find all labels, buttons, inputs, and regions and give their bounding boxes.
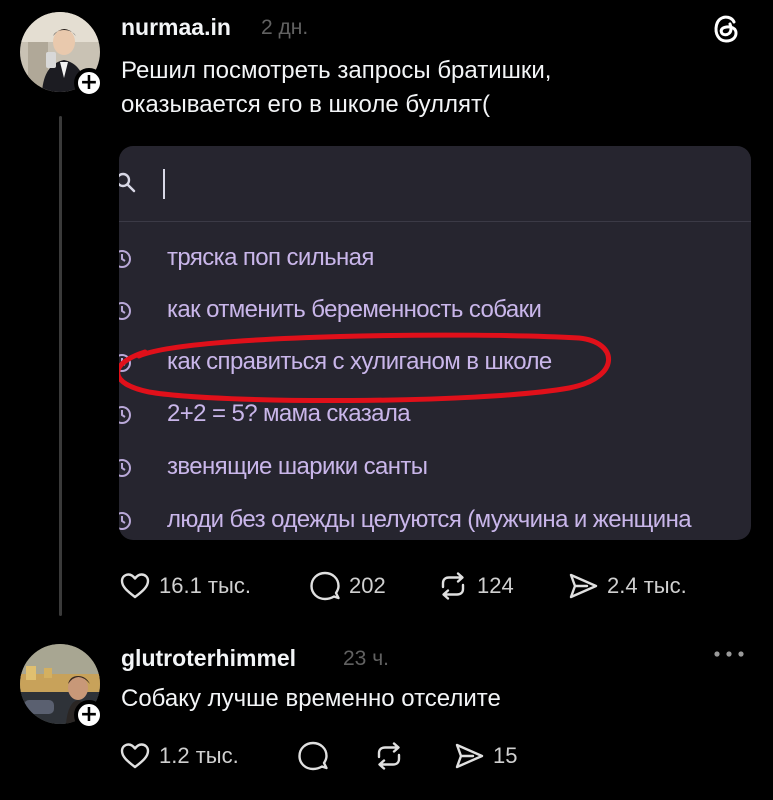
share-count: 15 (493, 743, 518, 768)
post-image[interactable]: тряска поп сильная как отменить беременн… (119, 146, 751, 540)
comment-bubble-icon (298, 741, 328, 771)
comment-button[interactable] (297, 738, 329, 774)
clock-icon (119, 406, 131, 424)
search-suggestion-text: как справиться с хулиганом в школе (167, 348, 552, 375)
text-caret (163, 169, 165, 199)
search-bar (119, 146, 751, 222)
reply-text: Собаку лучше временно отселите (121, 685, 501, 712)
comment-bubble-icon (310, 571, 340, 601)
comment-count: 202 (349, 573, 386, 598)
reply-actions: 1.2 тыс. 15 (119, 738, 679, 774)
clock-icon (119, 459, 131, 477)
repost-icon (377, 742, 401, 770)
threads-logo-icon[interactable] (708, 10, 744, 46)
clock-icon (119, 512, 131, 530)
like-button[interactable]: 1.2 тыс. (119, 738, 239, 774)
post-username[interactable]: nurmaa.in (121, 14, 231, 41)
share-button[interactable]: 2.4 тыс. (567, 568, 687, 604)
like-count: 16.1 тыс. (159, 573, 251, 598)
follow-plus-icon[interactable]: + (74, 700, 104, 730)
post-text-line-1: Решил посмотреть запросы братишки, (121, 57, 552, 84)
search-suggestion-text: люди без одежды целуются (мужчина и женщ… (167, 506, 692, 533)
comment-button[interactable]: 202 (309, 568, 386, 604)
search-suggestion: люди без одежды целуются (мужчина и женщ… (119, 496, 751, 540)
repost-icon (441, 572, 465, 600)
search-suggestion: звенящие шарики санты (119, 443, 751, 495)
repost-button[interactable]: 124 (437, 568, 514, 604)
post-actions: 16.1 тыс. 202 124 2.4 тыс. (119, 568, 719, 604)
follow-plus-icon[interactable]: + (74, 68, 104, 98)
post-time: 2 дн. (261, 16, 309, 39)
search-suggestion-text: 2+2 = 5? мама сказала (167, 400, 411, 427)
share-button[interactable]: 15 (453, 738, 517, 774)
search-icon (119, 172, 136, 193)
search-suggestion: как отменить беременность собаки (119, 286, 751, 338)
like-button[interactable]: 16.1 тыс. (119, 568, 251, 604)
repost-button[interactable] (373, 738, 405, 774)
send-icon (569, 573, 598, 599)
share-count: 2.4 тыс. (607, 573, 687, 598)
reply-username[interactable]: glutroterhimmel (121, 645, 296, 672)
search-suggestion: 2+2 = 5? мама сказала (119, 390, 751, 442)
search-suggestion-text: звенящие шарики санты (167, 453, 428, 480)
search-suggestion-text: тряска поп сильная (167, 244, 374, 271)
clock-icon (119, 354, 131, 372)
reply-time: 23 ч. (343, 647, 389, 670)
clock-icon (119, 302, 131, 320)
post-text-line-2: оказывается его в школе буллят( (121, 91, 491, 118)
search-suggestion-text: как отменить беременность собаки (167, 296, 542, 323)
search-suggestion: тряска поп сильная (119, 234, 751, 286)
thread-line (59, 116, 62, 616)
repost-count: 124 (477, 573, 514, 598)
clock-icon (119, 250, 131, 268)
heart-icon (120, 743, 150, 769)
more-dots-icon[interactable] (712, 644, 746, 664)
search-suggestion-highlighted: как справиться с хулиганом в школе (119, 338, 751, 390)
send-icon (455, 743, 484, 769)
like-count: 1.2 тыс. (159, 743, 239, 768)
heart-icon (120, 573, 150, 599)
